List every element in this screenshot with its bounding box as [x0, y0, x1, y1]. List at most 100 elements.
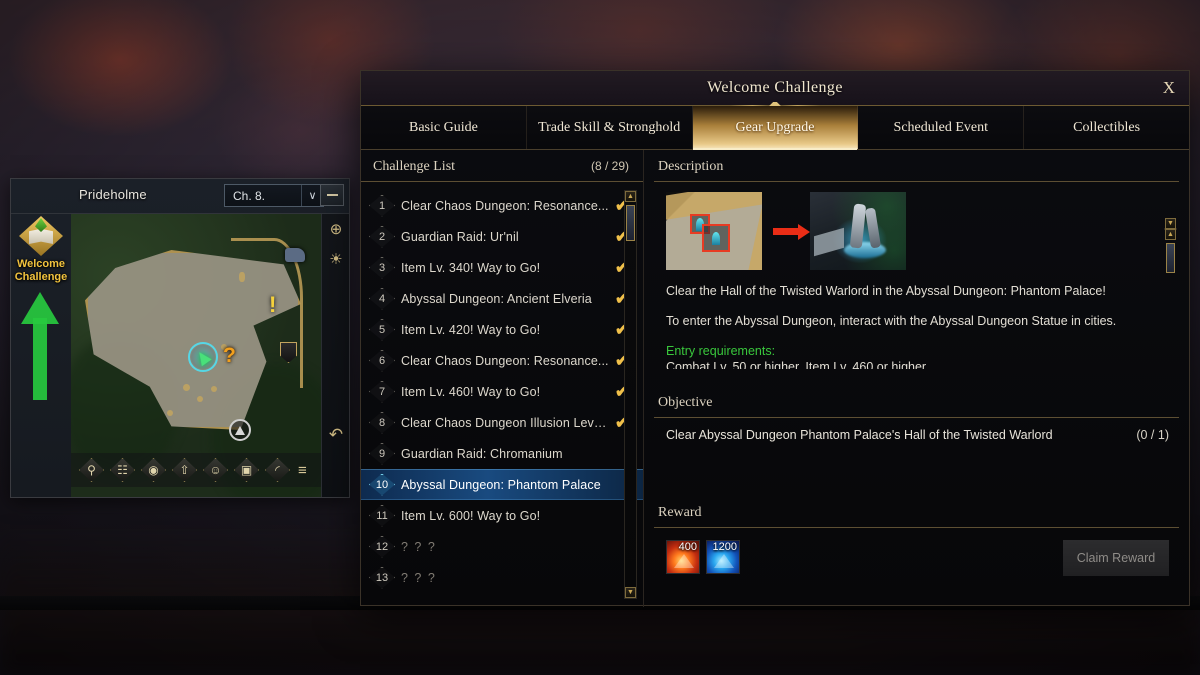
- quest-marker-icon[interactable]: ?: [223, 344, 236, 368]
- challenge-number: 3: [378, 261, 386, 274]
- claim-reward-button[interactable]: Claim Reward: [1063, 540, 1169, 576]
- scroll-down-button[interactable]: ▼: [625, 587, 636, 598]
- reward-item-list[interactable]: 400 1200: [666, 540, 740, 574]
- rotate-map-icon[interactable]: ↶: [322, 425, 349, 445]
- challenge-list-progress: (8 / 29): [590, 159, 629, 173]
- challenge-row-2[interactable]: 2 Guardian Raid: Ur'nil ✔: [361, 221, 643, 252]
- zoom-in-icon[interactable]: ⊕: [322, 214, 349, 244]
- challenge-row-8[interactable]: 8 Clear Chaos Dungeon Illusion Level 1 ✔: [361, 407, 643, 438]
- challenge-row-9[interactable]: 9 Guardian Raid: Chromanium: [361, 438, 643, 469]
- point-of-interest-icon[interactable]: [229, 419, 251, 441]
- minimap-side-rail[interactable]: ⊕ ☀ ↶: [321, 214, 349, 497]
- reward-title: Reward: [658, 505, 702, 520]
- challenge-list-scrollbar[interactable]: ▲ ▼: [624, 190, 637, 599]
- map-search-icon[interactable]: ⚲: [77, 456, 106, 484]
- camera-icon[interactable]: ▣: [232, 456, 261, 484]
- map-dot: [197, 396, 203, 402]
- reward-item-blue-crystal[interactable]: 1200: [706, 540, 740, 574]
- challenge-row-11[interactable]: 11 Item Lv. 600! Way to Go!: [361, 500, 643, 531]
- green-pointer-arrow-icon: [21, 292, 61, 402]
- challenge-number: 6: [378, 354, 386, 367]
- welcome-challenge-badge-area[interactable]: Welcome Challenge: [11, 214, 71, 497]
- map-dot: [211, 386, 217, 392]
- chapter-value: Ch. 8.: [233, 188, 266, 203]
- welcome-challenge-window: Welcome Challenge X Basic Guide Trade Sk…: [360, 70, 1190, 607]
- challenge-number-badge: 9: [369, 442, 395, 465]
- map-coastline: [746, 208, 762, 270]
- challenge-list[interactable]: 1 Clear Chaos Dungeon: Resonance... ✔ 2 Guar…: [361, 188, 643, 607]
- badge-line-2: Challenge: [14, 271, 68, 283]
- challenge-label: Item Lv. 420! Way to Go!: [401, 322, 541, 337]
- crystal-facet: [674, 554, 694, 568]
- objective-row: Clear Abyssal Dungeon Phantom Palace's H…: [654, 418, 1179, 442]
- scroll-up-button[interactable]: ▲: [625, 191, 636, 202]
- challenge-number-badge: 3: [369, 256, 395, 279]
- challenge-number: 9: [378, 447, 386, 460]
- challenge-list-panel: Challenge List (8 / 29) 1 Clear Chaos Dun…: [361, 150, 644, 607]
- challenge-number: 8: [378, 416, 386, 429]
- menu-list-icon[interactable]: ≡: [298, 462, 307, 479]
- description-scrollbar[interactable]: ▲ ▼: [1164, 218, 1177, 273]
- tab-gear-upgrade[interactable]: Gear Upgrade: [692, 106, 859, 150]
- minimap-widget[interactable]: Prideholme Ch. 8. ∨ Welcome Challenge ? …: [10, 178, 350, 498]
- challenge-list-header: Challenge List (8 / 29): [361, 150, 643, 182]
- minus-icon: [326, 194, 338, 196]
- minimap-minimize-button[interactable]: [320, 184, 344, 206]
- tab-trade-skill-stronghold[interactable]: Trade Skill & Stronghold: [527, 106, 693, 149]
- objective-title: Objective: [658, 395, 713, 410]
- challenge-number: 11: [376, 509, 388, 522]
- challenge-row-1[interactable]: 1 Clear Chaos Dungeon: Resonance... ✔: [361, 190, 643, 221]
- coliseum-icon[interactable]: ◜: [263, 456, 292, 484]
- challenge-number: 1: [378, 199, 386, 212]
- challenge-row-7[interactable]: 7 Item Lv. 460! Way to Go! ✔: [361, 376, 643, 407]
- challenge-row-10[interactable]: 10 Abyssal Dungeon: Phantom Palace: [361, 469, 643, 500]
- reward-item-orange-crystal[interactable]: 400: [666, 540, 700, 574]
- window-content: Challenge List (8 / 29) 1 Clear Chaos Dun…: [361, 150, 1189, 607]
- map-dot: [239, 272, 245, 282]
- gift-icon[interactable]: ☷: [108, 456, 137, 484]
- description-body: Clear the Hall of the Twisted Warlord in…: [654, 186, 1179, 386]
- challenge-row-3[interactable]: 3 Item Lv. 340! Way to Go! ✔: [361, 252, 643, 283]
- scroll-down-button[interactable]: ▼: [1165, 218, 1176, 229]
- challenge-row-5[interactable]: 5 Item Lv. 420! Way to Go! ✔: [361, 314, 643, 345]
- challenge-row-13[interactable]: 13 ? ? ?: [361, 562, 643, 593]
- red-arrow-icon: [770, 192, 810, 270]
- minimap-toolbar[interactable]: ⚲ ☷ ◉ ⇧ ☺ ▣ ◜ ≡: [71, 453, 321, 487]
- exclamation-marker-icon[interactable]: !: [269, 292, 276, 318]
- challenge-row-12[interactable]: 12 ? ? ?: [361, 531, 643, 562]
- entry-requirements-text: Combat Lv. 50 or higher, Item Lv. 460 or…: [666, 360, 927, 369]
- challenge-number: 7: [378, 385, 386, 398]
- brightness-icon[interactable]: ☀: [322, 244, 349, 274]
- tab-collectibles[interactable]: Collectibles: [1024, 106, 1189, 149]
- scroll-up-button[interactable]: ▲: [1165, 229, 1176, 240]
- reward-header: Reward: [654, 496, 1179, 528]
- compass-icon[interactable]: ◉: [139, 456, 168, 484]
- reward-area: 400 1200 Claim Reward: [654, 528, 1179, 576]
- challenge-number: 10: [375, 478, 389, 491]
- tab-bar[interactable]: Basic Guide Trade Skill & Stronghold Gea…: [361, 106, 1189, 150]
- statue-highlight-box: [702, 224, 730, 252]
- scrollbar-thumb[interactable]: [626, 205, 635, 241]
- challenge-number-badge: 12: [369, 535, 395, 558]
- scrollbar-thumb[interactable]: [1166, 243, 1175, 273]
- tab-basic-guide[interactable]: Basic Guide: [361, 106, 527, 149]
- description-line-1: Clear the Hall of the Twisted Warlord in…: [666, 284, 1106, 298]
- challenge-number-badge: 2: [369, 225, 395, 248]
- challenge-row-4[interactable]: 4 Abyssal Dungeon: Ancient Elveria ✔: [361, 283, 643, 314]
- description-thumbnails: [654, 186, 1179, 270]
- challenge-number: 2: [378, 230, 386, 243]
- challenge-number: 12: [375, 540, 389, 553]
- tab-scheduled-event[interactable]: Scheduled Event: [858, 106, 1025, 149]
- objective-header: Objective: [654, 386, 1179, 418]
- description-title: Description: [658, 159, 724, 174]
- chapter-dropdown[interactable]: Ch. 8. ∨: [224, 184, 324, 207]
- minimap-location-name: Prideholme: [79, 187, 147, 202]
- party-finder-icon[interactable]: ☺: [201, 456, 230, 484]
- blacksmith-icon[interactable]: [285, 248, 305, 262]
- challenge-label: Item Lv. 340! Way to Go!: [401, 260, 541, 275]
- portal-icon[interactable]: ⇧: [170, 456, 199, 484]
- close-icon[interactable]: X: [1163, 78, 1175, 98]
- challenge-row-6[interactable]: 6 Clear Chaos Dungeon: Resonance... ✔: [361, 345, 643, 376]
- challenge-label: Item Lv. 460! Way to Go!: [401, 384, 541, 399]
- challenge-number-badge: 8: [369, 411, 395, 434]
